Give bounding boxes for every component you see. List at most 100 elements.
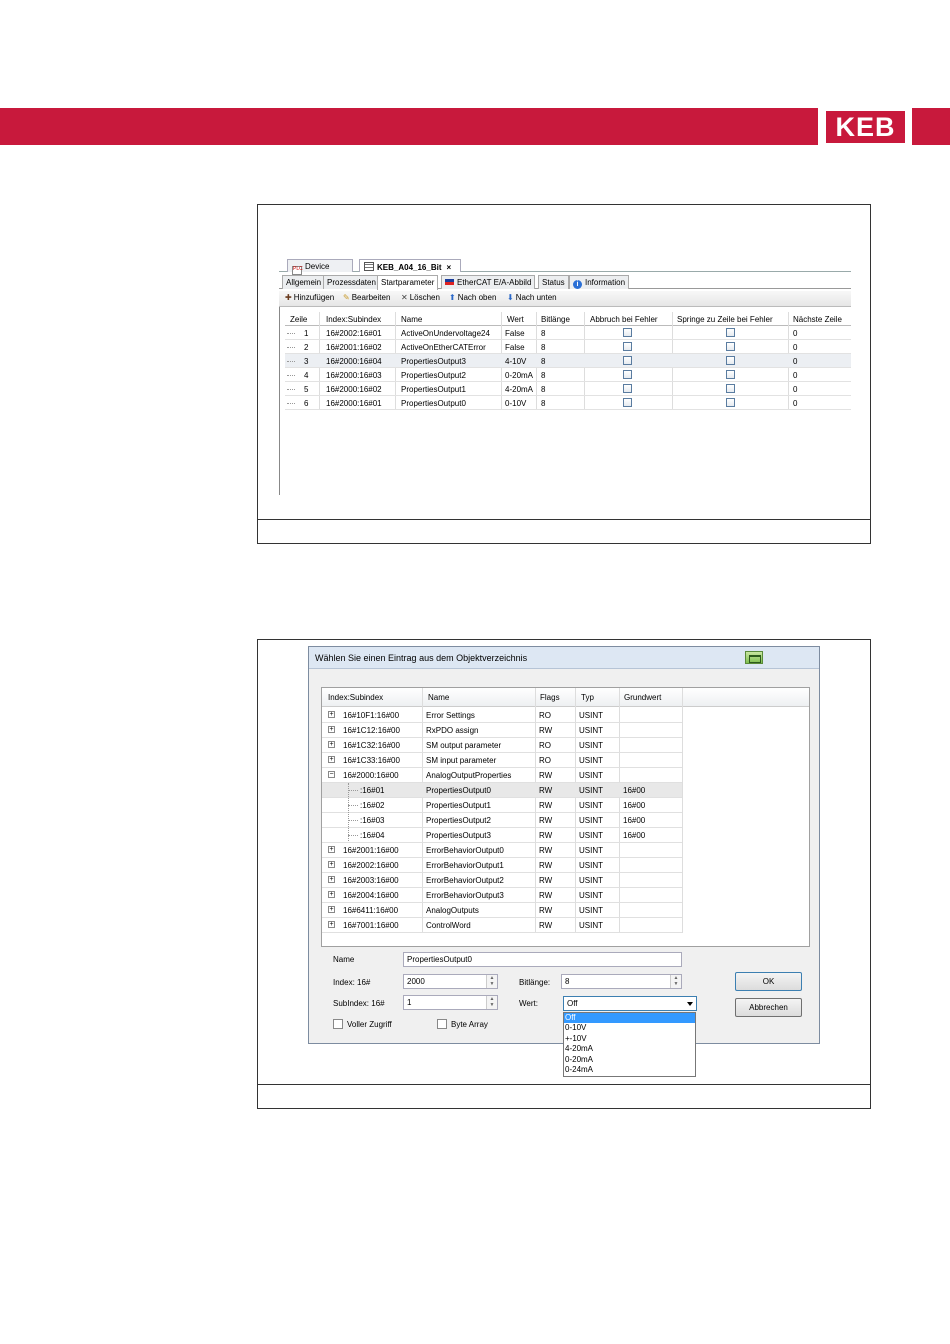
tab-information[interactable]: i Information [569,275,630,289]
tab-ethercat-ea-abbild[interactable]: EtherCAT E/A-Abbild [441,275,536,289]
cell-name: PropertiesOutput1 [426,801,491,810]
col-index[interactable]: Index:Subindex [328,693,383,702]
grid-icon [364,262,374,271]
figure-2-caption [258,1084,870,1108]
table-row[interactable]: 2 16#2001:16#02 ActiveOnEtherCATError Fa… [285,340,851,354]
list-item[interactable]: +16#2003:16#00 ErrorBehaviorOutput2 RW USIN… [322,873,682,888]
bitlen-field[interactable]: 8 ▲ ▼ [561,974,682,989]
abbruch-checkbox[interactable] [623,342,632,351]
list-item[interactable]: +16#6411:16#00 AnalogOutputs RW USINT [322,903,682,918]
col-typ[interactable]: Typ [581,693,594,702]
table-row-selected[interactable]: 3 16#2000:16#04 PropertiesOutput3 4-10V … [285,354,851,368]
list-item[interactable]: +16#2004:16#00 ErrorBehaviorOutput3 RW USIN… [322,888,682,903]
collapse-icon[interactable]: − [328,771,335,778]
move-down-button[interactable]: ⬇ Nach unten [507,293,557,302]
tab-startparameter[interactable]: Startparameter [377,275,439,290]
expand-icon[interactable]: + [328,846,335,853]
expand-icon[interactable]: + [328,741,335,748]
tab-prozessdaten[interactable]: Prozessdaten [323,275,380,289]
list-item[interactable]: :16#02 PropertiesOutput1 RW USINT 16#00 [322,798,682,813]
list-item[interactable]: +16#7001:16#00 ControlWord RW USINT [322,918,682,933]
wert-option[interactable]: 0-24mA [564,1065,695,1075]
name-field[interactable]: PropertiesOutput0 [403,952,682,967]
abbruch-checkbox[interactable] [623,370,632,379]
wert-option[interactable]: +-10V [564,1034,695,1044]
cancel-button[interactable]: Abbrechen [735,998,802,1017]
list-item[interactable]: +16#10F1:16#00 Error Settings RO USINT [322,708,682,723]
springe-checkbox[interactable] [726,370,735,379]
table-row[interactable]: 6 16#2000:16#01 PropertiesOutput0 0-10V … [285,396,851,410]
wert-option-selected[interactable]: Off [564,1013,695,1024]
doc-tab-module[interactable]: KEB_A04_16_Bit × [359,259,461,272]
expand-icon[interactable]: + [328,861,335,868]
wert-option[interactable]: 4-20mA [564,1044,695,1054]
cell-flags: RW [539,771,553,780]
subindex-field[interactable]: 1 ▲ ▼ [403,995,498,1010]
spin-arrows-icon[interactable]: ▲ ▼ [486,975,497,988]
byte-array-checkbox[interactable] [437,1019,447,1029]
tab-allgemein[interactable]: Allgemein [282,275,326,289]
expand-icon[interactable]: + [328,876,335,883]
wert-option[interactable]: 0-20mA [564,1055,695,1065]
ok-button[interactable]: OK [735,972,802,991]
abbruch-checkbox[interactable] [623,398,632,407]
move-up-label: Nach oben [457,293,497,302]
add-button[interactable]: ✚ Hinzufügen [285,293,334,302]
wert-dropdown[interactable]: Off [563,996,697,1011]
list-item-selected[interactable]: :16#01 PropertiesOutput0 RW USINT 16#00 [322,783,682,798]
expand-icon[interactable]: + [328,756,335,763]
cell-typ: USINT [579,831,603,840]
col-abbruch[interactable]: Abbruch bei Fehler [590,315,658,324]
springe-checkbox[interactable] [726,356,735,365]
wert-option[interactable]: 0-10V [564,1023,695,1033]
list-item[interactable]: +16#1C32:16#00 SM output parameter RO USINT [322,738,682,753]
list-item[interactable]: − 16#2000:16#00 AnalogOutputProperties RW US… [322,768,682,783]
col-wert[interactable]: Wert [507,315,524,324]
cell-index: :16#03 [360,816,385,825]
index-field[interactable]: 2000 ▲ ▼ [403,974,498,989]
springe-checkbox[interactable] [726,384,735,393]
springe-checkbox[interactable] [726,342,735,351]
expand-icon[interactable]: + [328,726,335,733]
expand-icon[interactable]: + [328,711,335,718]
abbruch-checkbox[interactable] [623,356,632,365]
move-up-button[interactable]: ⬆ Nach oben [449,293,496,302]
springe-checkbox[interactable] [726,398,735,407]
info-icon: i [573,280,582,289]
list-item[interactable]: +16#2002:16#00 ErrorBehaviorOutput1 RW USIN… [322,858,682,873]
table-row[interactable]: 1 16#2002:16#01 ActiveOnUndervoltage24 F… [285,326,851,340]
full-access-checkbox[interactable] [333,1019,343,1029]
col-zeile[interactable]: Zeile [290,315,307,324]
cell-naechste: 0 [793,343,798,352]
doc-tab-device[interactable]: PLC Device [287,259,353,275]
wert-label: Wert: [519,999,538,1008]
list-item[interactable]: +16#1C12:16#00 RxPDO assign RW USINT [322,723,682,738]
list-item[interactable]: :16#04 PropertiesOutput3 RW USINT 16#00 [322,828,682,843]
table-row[interactable]: 5 16#2000:16#02 PropertiesOutput1 4-20mA… [285,382,851,396]
spin-arrows-icon[interactable]: ▲ ▼ [670,975,681,988]
col-name[interactable]: Name [401,315,422,324]
table-row[interactable]: 4 16#2000:16#03 PropertiesOutput2 0-20mA… [285,368,851,382]
list-item[interactable]: :16#03 PropertiesOutput2 RW USINT 16#00 [322,813,682,828]
col-naechste[interactable]: Nächste Zeile [793,315,842,324]
col-grundwert[interactable]: Grundwert [624,693,661,702]
col-springe[interactable]: Springe zu Zeile bei Fehler [677,315,773,324]
tab-status[interactable]: Status [538,275,569,289]
window-close-icon[interactable] [745,651,763,664]
delete-button[interactable]: ✕ Löschen [401,293,440,302]
close-icon[interactable]: × [446,263,451,272]
expand-icon[interactable]: + [328,906,335,913]
expand-icon[interactable]: + [328,891,335,898]
col-flags[interactable]: Flags [540,693,560,702]
col-index[interactable]: Index:Subindex [326,315,381,324]
expand-icon[interactable]: + [328,921,335,928]
col-name[interactable]: Name [428,693,449,702]
col-bitlaenge[interactable]: Bitlänge [541,315,570,324]
abbruch-checkbox[interactable] [623,328,632,337]
list-item[interactable]: +16#1C33:16#00 SM input parameter RO USINT [322,753,682,768]
abbruch-checkbox[interactable] [623,384,632,393]
edit-button[interactable]: ✎ Bearbeiten [343,293,390,302]
springe-checkbox[interactable] [726,328,735,337]
list-item[interactable]: +16#2001:16#00 ErrorBehaviorOutput0 RW USIN… [322,843,682,858]
spin-arrows-icon[interactable]: ▲ ▼ [486,996,497,1009]
